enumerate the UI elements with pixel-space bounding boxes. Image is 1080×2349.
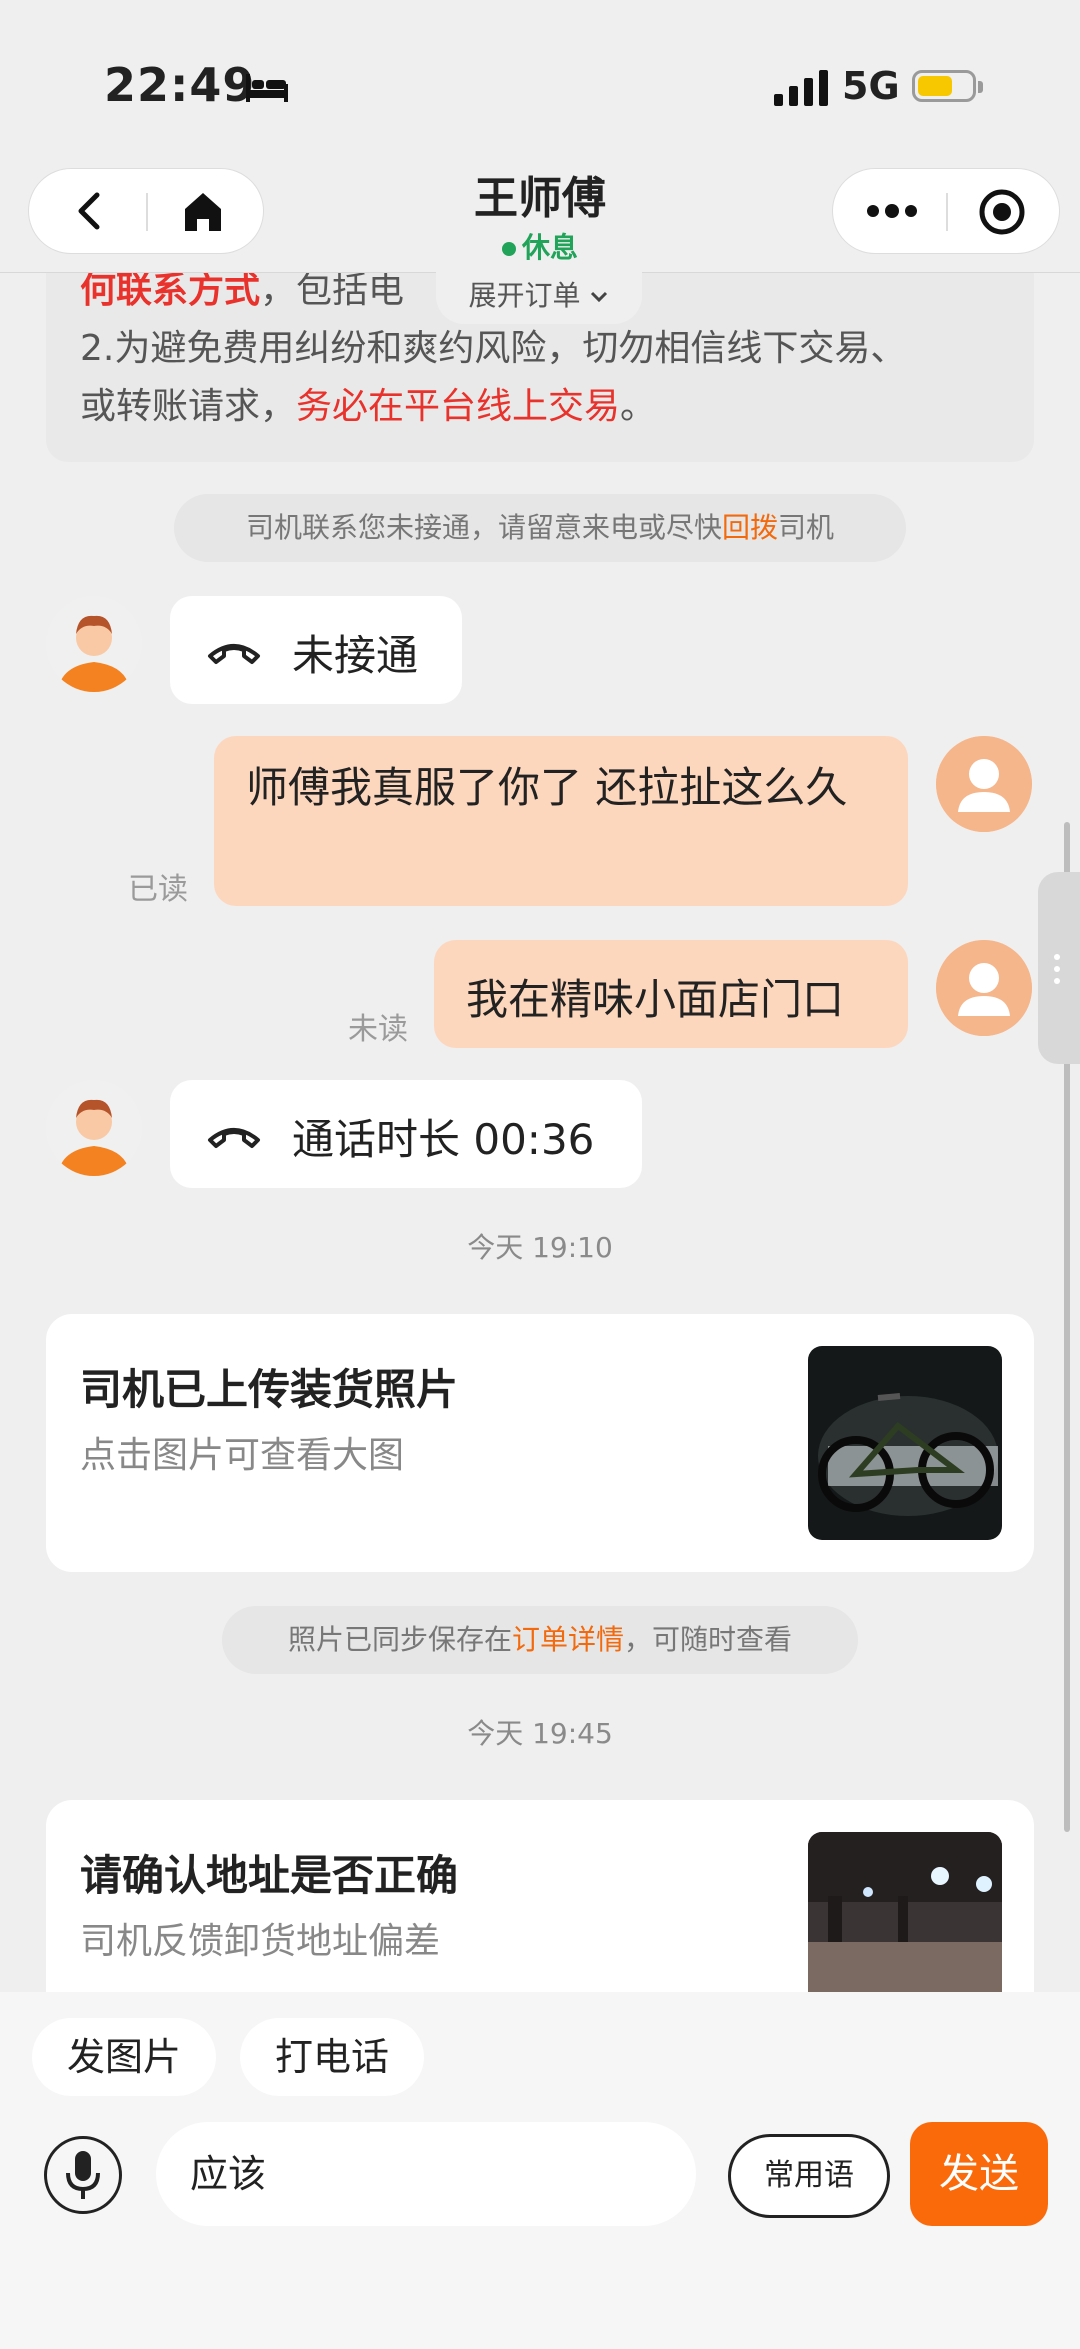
chevron-down-icon	[591, 291, 608, 303]
expand-order-label: 展开订单	[468, 279, 581, 312]
battery-icon	[912, 70, 983, 102]
network-type: 5G	[842, 64, 900, 108]
call-duration-text: 通话时长 00:36	[292, 1115, 595, 1164]
missed-note-text: 司机联系您未接通，请留意来电或尽快	[245, 511, 722, 544]
address-card-subtitle: 司机反馈卸货地址偏差	[80, 1921, 441, 1962]
missed-call-note: 司机联系您未接通，请留意来电或尽快回拨司机	[174, 494, 906, 562]
nav-right-capsule	[832, 168, 1060, 254]
expand-order-button[interactable]: 展开订单	[436, 268, 642, 324]
sleep-mode-icon	[246, 74, 288, 102]
user-message-bubble[interactable]: 我在精味小面店门口	[434, 940, 908, 1048]
notice-red-text-2: 务必在平台线上交易	[296, 386, 621, 427]
send-button[interactable]: 发送	[910, 2122, 1048, 2226]
send-photo-button[interactable]: 发图片	[32, 2018, 216, 2096]
call-driver-button[interactable]: 打电话	[240, 2018, 424, 2096]
driver-status-text: 休息	[521, 231, 578, 264]
call-back-link[interactable]: 回拨	[722, 511, 778, 544]
user-message-text: 师傅我真服了你了 还拉扯这么久	[246, 763, 848, 812]
photo-card-subtitle: 点击图片可查看大图	[80, 1435, 405, 1476]
missed-note-text-end: 司机	[778, 511, 835, 544]
message-input[interactable]: 应该	[156, 2122, 696, 2226]
user-message-bubble[interactable]: 师傅我真服了你了 还拉扯这么久	[214, 736, 908, 906]
voice-input-button[interactable]	[44, 2136, 122, 2214]
user-avatar[interactable]	[936, 940, 1032, 1036]
notice-text-1: ，包括电	[260, 270, 405, 311]
notice-text-3-end: 。	[620, 386, 657, 427]
photo-note-text-end: ，可随时查看	[624, 1623, 793, 1656]
notice-text-3: 或转账请求，	[80, 386, 297, 427]
drag-handle-icon	[1054, 954, 1060, 984]
call-duration-bubble[interactable]: 通话时长 00:36	[170, 1080, 642, 1188]
message-input-value: 应该	[190, 2152, 267, 2196]
read-status: 已读	[128, 872, 188, 907]
driver-avatar[interactable]	[46, 1080, 142, 1176]
photo-saved-note: 照片已同步保存在订单详情，可随时查看	[222, 1606, 858, 1674]
call-missed-text: 未接通	[292, 631, 419, 680]
signal-icon	[774, 70, 830, 106]
notice-red-text: 何联系方式	[80, 270, 261, 311]
user-avatar[interactable]	[936, 736, 1032, 832]
driver-avatar[interactable]	[46, 596, 142, 692]
phone-hangup-icon	[208, 644, 260, 664]
loading-photo-thumbnail[interactable]	[808, 1346, 1002, 1540]
unread-status: 未读	[348, 1012, 408, 1047]
status-time: 22:49	[104, 58, 256, 112]
photo-note-text: 照片已同步保存在	[287, 1623, 512, 1656]
side-drawer-handle[interactable]	[1038, 872, 1080, 1064]
timestamp: 今天 19:45	[467, 1717, 613, 1750]
address-card-title: 请确认地址是否正确	[80, 1851, 459, 1900]
timestamp: 今天 19:10	[467, 1231, 613, 1264]
more-icon[interactable]	[865, 199, 919, 223]
user-message-text: 我在精味小面店门口	[466, 975, 845, 1024]
common-phrases-button[interactable]: 常用语	[728, 2134, 890, 2218]
call-missed-bubble[interactable]: 未接通	[170, 596, 462, 704]
notice-text-2: 2.为避免费用纠纷和爽约风险，切勿相信线下交易、	[80, 328, 907, 369]
order-detail-link[interactable]: 订单详情	[512, 1623, 624, 1656]
close-miniapp-icon[interactable]	[977, 187, 1027, 237]
microphone-icon	[66, 2151, 100, 2199]
status-dot-icon	[501, 242, 516, 256]
phone-hangup-icon	[208, 1128, 260, 1148]
loading-photo-card[interactable]: 司机已上传装货照片 点击图片可查看大图	[46, 1314, 1034, 1572]
photo-card-title: 司机已上传装货照片	[80, 1365, 459, 1414]
